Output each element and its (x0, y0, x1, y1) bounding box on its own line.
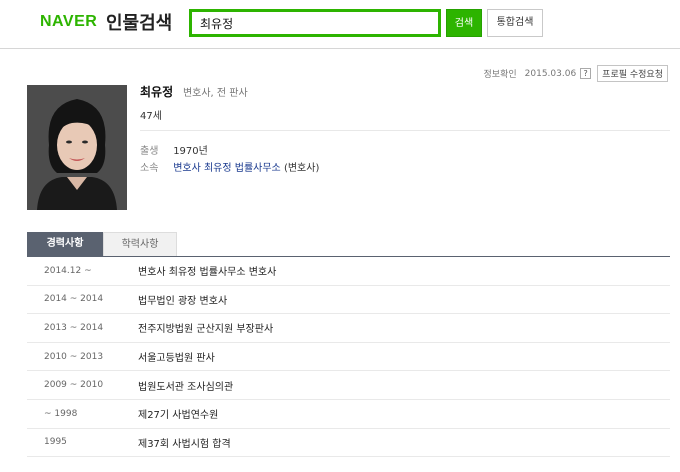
career-period: 2013 ~ 2014 (44, 322, 104, 333)
profile-divider (140, 130, 670, 131)
info-meta: 정보확인 2015.03.06 ? 프로필 수정요청 (484, 65, 668, 82)
list-item: ~ 1998 제27기 사법연수원 (27, 400, 670, 429)
career-list: 2014.12 ~ 변호사 최유정 법률사무소 변호사 2014 ~ 2014 … (27, 257, 670, 458)
tab-career[interactable]: 경력사항 (27, 232, 103, 256)
career-desc: 변호사 최유정 법률사무소 변호사 (138, 267, 277, 279)
career-desc: 법무법인 광장 변호사 (138, 295, 228, 307)
profile-tabs: 경력사항 학력사항 (27, 232, 177, 256)
edit-request-button[interactable]: 프로필 수정요청 (597, 65, 668, 82)
list-item: 2013 ~ 2014 전주지방법원 군산지원 부장판사 (27, 314, 670, 343)
list-item: 2010 ~ 2013 서울고등법원 판사 (27, 343, 670, 372)
integrated-search-button[interactable]: 통합검색 (487, 9, 543, 37)
career-period: 1995 (44, 437, 67, 448)
search-button[interactable]: 검색 (446, 9, 482, 37)
profile-photo (27, 85, 127, 210)
list-item: 1995 제37회 사법시험 합격 (27, 429, 670, 458)
list-item: 2014 ~ 2014 법무법인 광장 변호사 (27, 286, 670, 315)
list-item: 2009 ~ 2010 법원도서관 조사심의관 (27, 371, 670, 400)
help-icon[interactable]: ? (580, 68, 592, 79)
birth-label: 출생 (140, 146, 159, 157)
search-input[interactable] (192, 12, 438, 34)
tab-education[interactable]: 학력사항 (103, 232, 177, 256)
career-desc: 서울고등법원 판사 (138, 353, 215, 365)
career-period: 2014.12 ~ (44, 265, 92, 276)
header-divider (0, 48, 680, 49)
career-desc: 법원도서관 조사심의관 (138, 381, 234, 393)
list-item: 2014.12 ~ 변호사 최유정 법률사무소 변호사 (27, 257, 670, 286)
career-period: 2009 ~ 2010 (44, 380, 104, 391)
career-desc: 전주지방법원 군산지원 부장판사 (138, 324, 274, 336)
naver-logo[interactable]: NAVER (40, 13, 97, 31)
affiliation-role: (변호사) (283, 163, 320, 174)
birth-row: 출생 1970년 (140, 142, 208, 157)
service-title[interactable]: 인물검색 (106, 9, 172, 35)
profile-age: 47세 (140, 111, 162, 122)
header: NAVER 인물검색 검색 통합검색 (0, 0, 680, 50)
affiliation-link[interactable]: 변호사 최유정 법률사무소 (173, 163, 281, 174)
search-box[interactable] (189, 9, 441, 37)
affiliation-row: 소속 변호사 최유정 법률사무소 (변호사) (140, 159, 319, 174)
career-desc: 제37회 사법시험 합격 (138, 438, 231, 450)
birth-value: 1970년 (173, 146, 208, 157)
career-desc: 제27기 사법연수원 (138, 410, 219, 422)
career-period: 2010 ~ 2013 (44, 351, 104, 362)
profile-name: 최유정 (140, 85, 174, 99)
profile-occupation: 변호사, 전 판사 (182, 88, 248, 99)
info-date: 2015.03.06 (524, 68, 577, 79)
profile-name-row: 최유정 변호사, 전 판사 (140, 83, 248, 100)
affiliation-label: 소속 (140, 163, 159, 174)
info-check-label: 정보확인 (483, 70, 517, 80)
career-period: 2014 ~ 2014 (44, 294, 104, 305)
career-period: ~ 1998 (44, 408, 78, 419)
